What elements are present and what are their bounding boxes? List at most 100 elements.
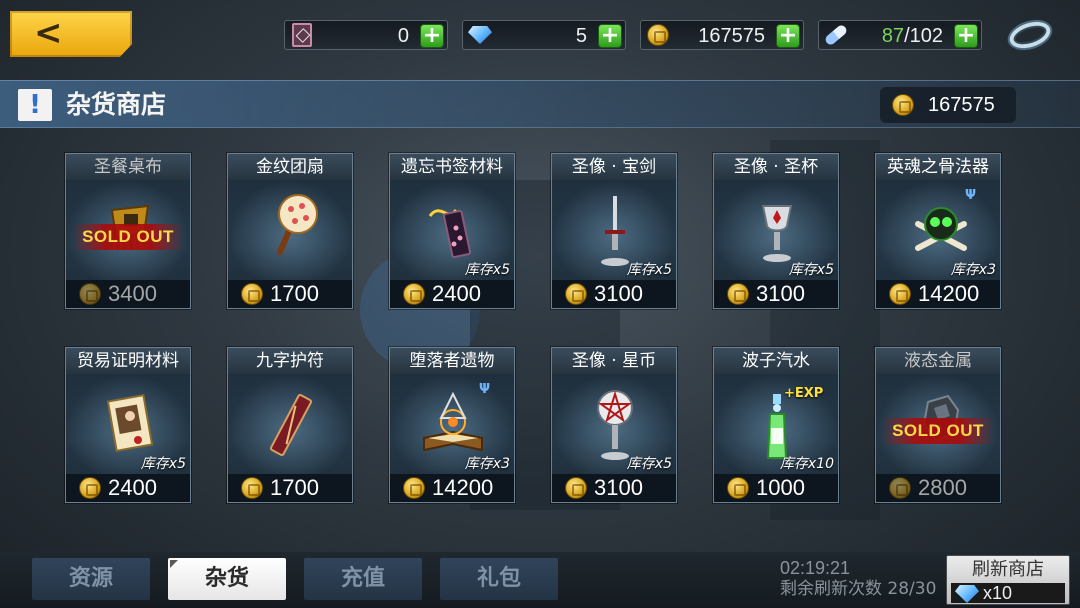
item-name: 液态金属 [876,348,1000,374]
refresh-timer: 02:19:21 [780,558,851,578]
item-price-value: 3400 [108,281,157,306]
item-price-value: 1000 [756,475,805,500]
ring-menu-button[interactable] [1006,16,1054,54]
gold-balance-value: 167575 [928,94,995,116]
item-price: 1700 [228,474,352,502]
gold-coin-icon [403,283,425,305]
item-stock: 库存x5 [626,262,672,278]
stamina-count: 87/102 [882,24,943,48]
item-name: 英魂之骨法器 [876,154,1000,180]
grail-statue-icon [761,205,793,262]
back-arrow-icon: < [34,13,63,53]
item-name: 圣餐桌布 [66,154,190,180]
bookmark-icon [428,208,472,259]
shop-item[interactable]: 遗忘书签材料 库存x5 2400 [389,153,515,309]
sword-statue-icon [601,196,629,266]
gold-coin-icon [727,283,749,305]
shop-item[interactable]: 英魂之骨法器 Ψ 库存x3 14200 [875,153,1001,309]
item-stock: 库存x5 [140,456,186,472]
card-count: 0 [397,25,409,47]
item-price-value: 3100 [756,281,805,306]
bottom-bar: 资源 杂货 充值 礼包 02:19:21 剩余刷新次数 28/30 刷新商店 x… [0,552,1080,608]
gold-resource: 167575 + [640,20,804,50]
item-name: 贸易证明材料 [66,348,190,374]
shop-item[interactable]: 圣像 · 圣杯 库存x5 3100 [713,153,839,309]
gem-count: 5 [575,25,587,47]
stamina-resource: 87/102 + [818,20,982,50]
gold-coin-icon [889,477,911,499]
gem-icon [467,23,493,47]
gold-balance: 167575 [880,87,1016,123]
item-stock: 库存x10 [779,456,834,472]
item-name: 堕落者遗物 [390,348,514,374]
item-price: 2400 [390,280,514,308]
item-stock: 库存x5 [626,456,672,472]
item-price: 14200 [390,474,514,502]
stamina-max: /102 [904,25,943,47]
item-name: 金纹团扇 [228,154,352,180]
gold-coin-icon [403,477,425,499]
item-price-value: 1700 [270,281,319,306]
add-stamina-button[interactable]: + [954,24,978,48]
item-stock: 库存x3 [464,456,510,472]
item-name: 圣像 · 圣杯 [714,154,838,180]
relic-book-icon [423,391,483,452]
shop-title: 杂货商店 [66,90,167,119]
item-price-value: 14200 [432,475,494,500]
item-price: 14200 [876,280,1000,308]
exclamation-icon: ! [18,89,52,121]
item-price-value: 3100 [594,281,643,306]
item-price: 1700 [228,280,352,308]
shop-item[interactable]: 贸易证明材料 库存x5 2400 [65,347,191,503]
shop-item[interactable]: 圣餐桌布 SOLD OUT 3400 [65,153,191,309]
shop-item[interactable]: 金纹团扇 1700 [227,153,353,309]
stamina-pill-icon [823,23,849,47]
item-stock: 库存x5 [788,262,834,278]
card-resource: 0 + [284,20,448,50]
gold-coin-icon [892,94,914,116]
item-price: 3100 [552,474,676,502]
gold-coin-icon [889,283,911,305]
item-price: 3100 [714,280,838,308]
gold-coin-icon [727,477,749,499]
item-name: 遗忘书签材料 [390,154,514,180]
refresh-remaining: 剩余刷新次数 28/30 [780,579,937,599]
card-icon [289,23,315,47]
add-gold-button[interactable]: + [776,24,800,48]
item-price-value: 3100 [594,475,643,500]
shop-item[interactable]: 液态金属 SOLD OUT 2800 [875,347,1001,503]
gem-resource: 5 + [462,20,626,50]
pentacle-statue-icon [597,390,633,460]
add-card-button[interactable]: + [420,24,444,48]
shop-item[interactable]: 堕落者遗物 Ψ 库存x3 14200 [389,347,515,503]
gold-coin-icon [645,23,671,47]
round-fan-icon [277,194,318,255]
gold-count: 167575 [698,25,765,47]
add-gem-button[interactable]: + [598,24,622,48]
gold-coin-icon [565,477,587,499]
tab-goods[interactable]: 杂货 [168,558,286,600]
shop-item[interactable]: 圣像 · 星币 库存x5 3100 [551,347,677,503]
refresh-cost: x10 [951,583,1065,603]
item-name: 圣像 · 星币 [552,348,676,374]
tab-resources[interactable]: 资源 [32,558,150,600]
ring-icon [1006,17,1054,53]
back-button[interactable]: < [10,11,132,57]
item-price-value: 2400 [432,281,481,306]
shop-item[interactable]: 波子汽水 +EXP 库存x10 1000 [713,347,839,503]
item-name: 波子汽水 [714,348,838,374]
tab-recharge[interactable]: 充值 [304,558,422,600]
shop-item[interactable]: 圣像 · 宝剑 库存x5 3100 [551,153,677,309]
gold-coin-icon [79,477,101,499]
shop-item[interactable]: 九字护符 1700 [227,347,353,503]
gold-coin-icon [79,283,101,305]
shop-title-bar: ! 杂货商店 167575 [0,80,1080,128]
gold-coin-icon [241,283,263,305]
gold-coin-icon [565,283,587,305]
refresh-cost-value: x10 [983,583,1013,603]
item-price: 2800 [876,474,1000,502]
refresh-shop-button[interactable]: 刷新商店 x10 [946,555,1070,605]
trade-certificate-icon [106,394,154,452]
tab-gift-pack[interactable]: 礼包 [440,558,558,600]
item-price-value: 2800 [918,475,967,500]
